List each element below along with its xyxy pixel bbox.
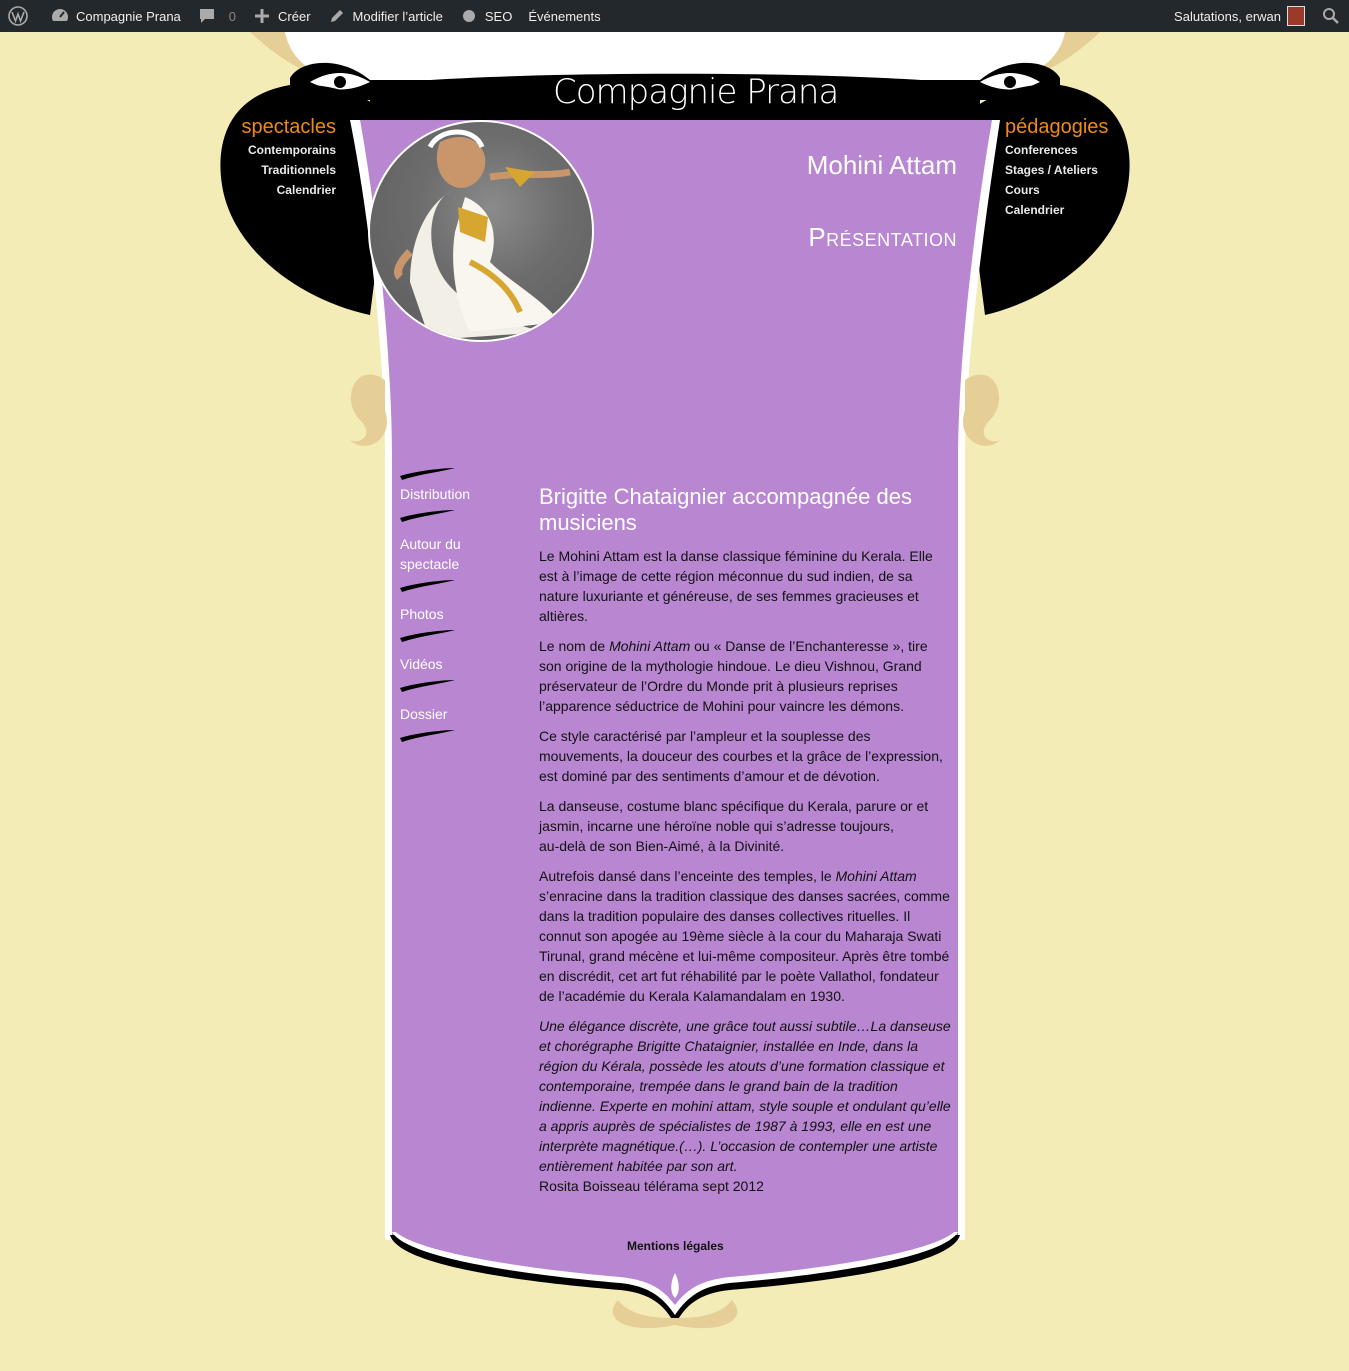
new-content-label: Créer xyxy=(278,8,311,24)
account-button[interactable]: Salutations, erwan xyxy=(1166,0,1313,32)
section-title: Présentation xyxy=(808,222,957,252)
article-paragraph: Ce style caractérisé par l’ampleur et la… xyxy=(539,728,943,784)
text-run: Le nom de xyxy=(539,638,610,654)
article-body: Brigitte Chataignier accompagnée des mus… xyxy=(539,484,951,1196)
greeting-label: Salutations, erwan xyxy=(1174,8,1281,24)
quote-source: Rosita Boisseau télérama sept 2012 xyxy=(539,1178,764,1194)
comments-button[interactable]: 0 xyxy=(189,0,244,32)
comments-count: 0 xyxy=(228,8,237,24)
edit-post-button[interactable]: Modifier l’article xyxy=(319,0,451,32)
legal-notice-link[interactable]: Mentions légales xyxy=(627,1239,724,1253)
nav-link-contemporains[interactable]: Contemporains xyxy=(248,143,336,157)
edit-post-label: Modifier l’article xyxy=(352,8,443,24)
dashboard-icon xyxy=(52,9,68,25)
events-button[interactable]: Événements xyxy=(520,0,608,32)
seo-status-dot-icon xyxy=(462,10,475,22)
page-title: Mohini Attam xyxy=(806,150,957,180)
text-run: au-delà de son Bien-Aimé, à la Divinité. xyxy=(539,838,785,854)
emphasis-text: Mohini Attam xyxy=(609,638,691,654)
wordpress-icon xyxy=(8,6,28,26)
article-paragraph: Autrefois dansé dans l’enceinte des temp… xyxy=(539,866,951,1006)
quote-text: Une élégance discrète, une grâce tout au… xyxy=(539,1018,951,1174)
site-name-button[interactable]: Compagnie Prana xyxy=(42,0,189,32)
pencil-icon xyxy=(330,10,343,22)
nav-link-cours[interactable]: Cours xyxy=(1005,183,1040,197)
nav-link-conferences[interactable]: Conferences xyxy=(1005,143,1078,157)
search-button[interactable] xyxy=(1313,0,1349,32)
submenu-item-distribution[interactable]: Distribution xyxy=(400,484,510,504)
nav-link-stages-ateliers[interactable]: Stages / Ateliers xyxy=(1005,163,1098,177)
nav-link-traditionnels[interactable]: Traditionnels xyxy=(261,163,336,177)
comment-bubble-icon xyxy=(199,9,214,23)
plus-icon xyxy=(255,9,270,23)
new-content-button[interactable]: Créer xyxy=(244,0,319,32)
dancer-illustration xyxy=(394,129,571,340)
seo-button[interactable]: SEO xyxy=(451,0,520,32)
nav-heading-spectacles[interactable]: spectacles xyxy=(242,116,337,139)
text-run: s’enracine dans la tradition classique d… xyxy=(539,888,950,1004)
text-run: Autrefois dansé dans l’enceinte des temp… xyxy=(539,868,836,884)
article-paragraph: La danseuse, costume blanc spécifique du… xyxy=(539,796,951,856)
search-icon xyxy=(1323,8,1339,24)
press-quote: Une élégance discrète, une grâce tout au… xyxy=(539,1016,951,1196)
dancer-portrait xyxy=(368,120,594,342)
avatar xyxy=(1287,6,1305,26)
site-logo[interactable]: Compagnie Prana xyxy=(553,72,839,122)
seo-label: SEO xyxy=(484,8,513,24)
article-heading: Brigitte Chataignier accompagnée des mus… xyxy=(539,484,913,535)
submenu-item-dossier[interactable]: Dossier xyxy=(400,704,510,724)
admin-bar: Compagnie Prana 0 Créer Modifier l’artic… xyxy=(0,0,1349,32)
submenu-item-autour-du-spectacle[interactable]: Autour du spectacle xyxy=(400,534,510,574)
article-paragraph: Le nom de Mohini Attam ou « Danse de l’E… xyxy=(539,636,951,716)
emphasis-text: Mohini Attam xyxy=(835,868,917,884)
article-paragraph: Le Mohini Attam est la danse classique f… xyxy=(539,548,933,624)
nav-heading-pedagogies[interactable]: pédagogies xyxy=(1005,116,1108,139)
submenu-item-videos[interactable]: Vidéos xyxy=(400,654,510,674)
nav-link-calendrier-spectacles[interactable]: Calendrier xyxy=(277,183,336,197)
nav-link-calendrier-pedagogies[interactable]: Calendrier xyxy=(1005,203,1064,217)
events-label: Événements xyxy=(528,8,601,24)
submenu-item-photos[interactable]: Photos xyxy=(400,604,510,624)
wordpress-logo-button[interactable] xyxy=(0,0,42,32)
text-run: La danseuse, costume blanc spécifique du… xyxy=(539,798,929,834)
site-name-label: Compagnie Prana xyxy=(76,8,181,24)
